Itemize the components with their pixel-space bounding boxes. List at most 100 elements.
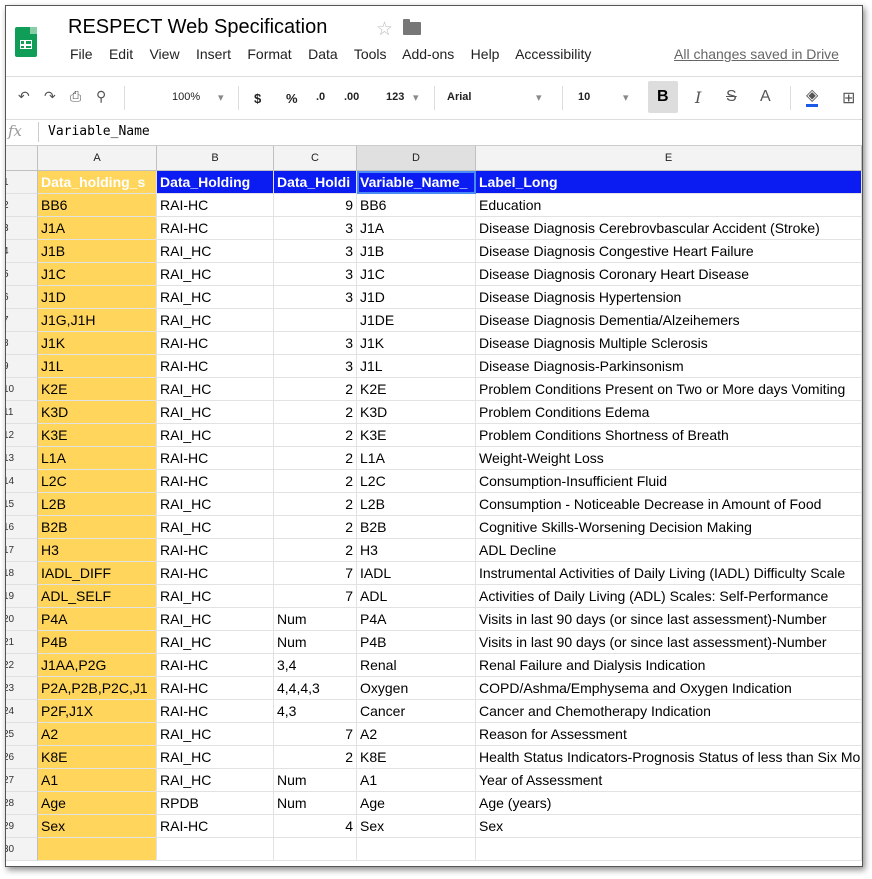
column-header-e[interactable]: E — [476, 146, 862, 171]
menu-add-ons[interactable]: Add-ons — [402, 46, 454, 62]
table-cell[interactable]: RAI-HC — [157, 355, 274, 378]
table-cell[interactable]: J1A — [357, 217, 476, 240]
table-cell[interactable]: 3 — [274, 263, 357, 286]
table-cell[interactable]: Visits in last 90 days (or since last as… — [476, 608, 862, 631]
table-cell[interactable]: Disease Diagnosis-Parkinsonism — [476, 355, 862, 378]
header-cell[interactable]: Data_Holding — [157, 171, 274, 194]
currency-format-button[interactable]: $ — [254, 91, 261, 106]
table-cell[interactable]: Disease Diagnosis Dementia/Alzeihemers — [476, 309, 862, 332]
row-header[interactable]: 26 — [6, 746, 38, 769]
table-cell[interactable]: 2 — [274, 746, 357, 769]
table-cell[interactable]: J1D — [38, 286, 157, 309]
table-cell[interactable] — [157, 838, 274, 861]
row-header[interactable]: 27 — [6, 769, 38, 792]
table-cell[interactable]: J1G,J1H — [38, 309, 157, 332]
table-cell[interactable]: Age (years) — [476, 792, 862, 815]
table-cell[interactable]: L2C — [38, 470, 157, 493]
table-cell[interactable]: Cancer — [357, 700, 476, 723]
table-cell[interactable] — [38, 838, 157, 861]
number-format-dropdown-icon[interactable]: ▾ — [413, 91, 419, 104]
table-cell[interactable]: Disease Diagnosis Coronary Heart Disease — [476, 263, 862, 286]
formula-input[interactable]: Variable_Name — [48, 124, 150, 139]
menu-edit[interactable]: Edit — [109, 46, 133, 62]
table-cell[interactable]: RAI_HC — [157, 401, 274, 424]
row-header[interactable]: 23 — [6, 677, 38, 700]
folder-icon[interactable] — [403, 19, 421, 35]
menu-tools[interactable]: Tools — [354, 46, 387, 62]
table-cell[interactable]: RAI-HC — [157, 217, 274, 240]
table-cell[interactable]: P4A — [38, 608, 157, 631]
table-cell[interactable]: J1L — [38, 355, 157, 378]
table-cell[interactable]: 3,4 — [274, 654, 357, 677]
sheets-logo-icon[interactable] — [15, 27, 37, 57]
zoom-select[interactable]: 100% — [172, 91, 200, 103]
row-header[interactable]: 18 — [6, 562, 38, 585]
table-cell[interactable]: Num — [274, 769, 357, 792]
table-cell[interactable]: Weight-Weight Loss — [476, 447, 862, 470]
increase-decimal-button[interactable]: .00 — [344, 91, 359, 103]
table-cell[interactable]: J1L — [357, 355, 476, 378]
row-header[interactable]: 24 — [6, 700, 38, 723]
table-cell[interactable]: J1C — [38, 263, 157, 286]
table-cell[interactable]: 2 — [274, 516, 357, 539]
table-cell[interactable]: K3E — [357, 424, 476, 447]
table-cell[interactable]: B2B — [357, 516, 476, 539]
table-cell[interactable]: RAI_HC — [157, 424, 274, 447]
header-cell[interactable]: Data_holding_s — [38, 171, 157, 194]
redo-icon[interactable]: ↷ — [44, 88, 56, 105]
table-cell[interactable]: P4B — [38, 631, 157, 654]
table-cell[interactable]: Age — [357, 792, 476, 815]
table-cell[interactable]: Education — [476, 194, 862, 217]
table-cell[interactable]: RAI_HC — [157, 240, 274, 263]
table-cell[interactable] — [274, 309, 357, 332]
menu-data[interactable]: Data — [308, 46, 338, 62]
table-cell[interactable]: Sex — [38, 815, 157, 838]
star-icon[interactable]: ☆ — [376, 18, 393, 41]
document-title[interactable]: RESPECT Web Specification — [68, 16, 327, 39]
row-header[interactable]: 17 — [6, 539, 38, 562]
table-cell[interactable]: Year of Assessment — [476, 769, 862, 792]
row-header[interactable]: 4 — [6, 240, 38, 263]
table-cell[interactable]: RAI_HC — [157, 493, 274, 516]
table-cell[interactable] — [476, 838, 862, 861]
percent-format-button[interactable]: % — [286, 91, 298, 106]
table-cell[interactable]: RAI_HC — [157, 769, 274, 792]
font-select[interactable]: Arial — [447, 91, 471, 103]
table-cell[interactable]: RAI-HC — [157, 815, 274, 838]
table-cell[interactable]: 2 — [274, 401, 357, 424]
table-cell[interactable]: RAI_HC — [157, 263, 274, 286]
number-format-button[interactable]: 123 — [386, 91, 404, 103]
table-cell[interactable]: RAI-HC — [157, 654, 274, 677]
table-cell[interactable]: K8E — [357, 746, 476, 769]
table-cell[interactable]: L1A — [38, 447, 157, 470]
table-cell[interactable]: B2B — [38, 516, 157, 539]
table-cell[interactable]: H3 — [38, 539, 157, 562]
table-cell[interactable]: COPD/Ashma/Emphysema and Oxygen Indicati… — [476, 677, 862, 700]
row-header[interactable]: 10 — [6, 378, 38, 401]
table-cell[interactable]: RAI-HC — [157, 470, 274, 493]
table-cell[interactable]: 4,4,4,3 — [274, 677, 357, 700]
font-size-dropdown-icon[interactable]: ▾ — [623, 91, 629, 104]
table-cell[interactable]: K8E — [38, 746, 157, 769]
row-header[interactable]: 14 — [6, 470, 38, 493]
font-size-select[interactable]: 10 — [578, 91, 590, 103]
table-cell[interactable]: J1D — [357, 286, 476, 309]
table-cell[interactable]: H3 — [357, 539, 476, 562]
strikethrough-button[interactable]: S — [726, 88, 737, 106]
table-cell[interactable]: RAI_HC — [157, 608, 274, 631]
row-header[interactable]: 3 — [6, 217, 38, 240]
table-cell[interactable]: RAI_HC — [157, 378, 274, 401]
table-cell[interactable]: RAI-HC — [157, 332, 274, 355]
menu-insert[interactable]: Insert — [196, 46, 231, 62]
table-cell[interactable]: 3 — [274, 355, 357, 378]
table-cell[interactable]: RAI-HC — [157, 194, 274, 217]
menu-format[interactable]: Format — [247, 46, 291, 62]
table-cell[interactable]: Cancer and Chemotherapy Indication — [476, 700, 862, 723]
table-cell[interactable]: A2 — [357, 723, 476, 746]
table-cell[interactable]: J1B — [357, 240, 476, 263]
table-cell[interactable]: RAI_HC — [157, 516, 274, 539]
table-cell[interactable]: P2A,P2B,P2C,J1 — [38, 677, 157, 700]
table-cell[interactable]: BB6 — [38, 194, 157, 217]
table-cell[interactable]: Health Status Indicators-Prognosis Statu… — [476, 746, 862, 769]
row-header[interactable]: 9 — [6, 355, 38, 378]
